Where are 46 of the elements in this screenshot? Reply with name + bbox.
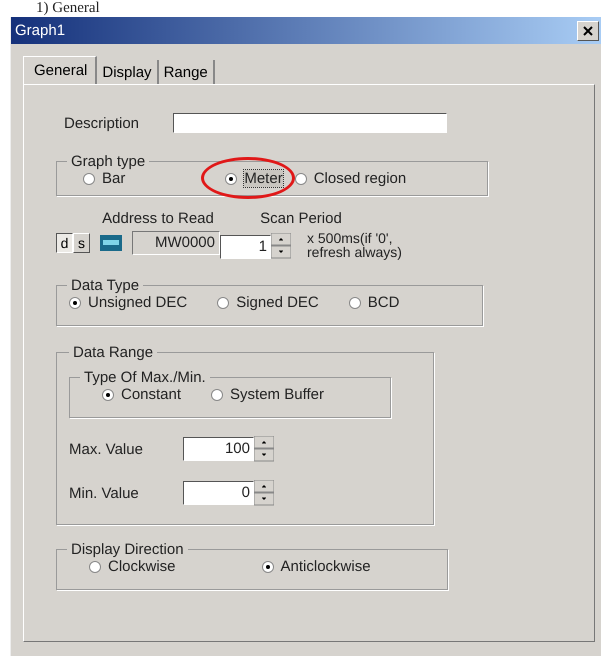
group-title: Type Of Max./Min. bbox=[83, 369, 207, 386]
radio-button[interactable] bbox=[262, 560, 274, 572]
group-title: Display Direction bbox=[70, 541, 185, 558]
radio-button[interactable] bbox=[225, 172, 238, 184]
group-title: Graph type bbox=[70, 153, 146, 170]
field-label: Min. Value bbox=[69, 484, 140, 502]
group-title: Data Type bbox=[70, 277, 140, 294]
mode-toggle[interactable]: s bbox=[73, 233, 90, 253]
radio-label: BCD bbox=[368, 294, 400, 311]
radio-button[interactable] bbox=[294, 172, 307, 184]
radio-button[interactable] bbox=[102, 388, 114, 400]
section-heading: 1) General bbox=[35, 0, 101, 17]
scan-period-note: x 500ms(if '0', refresh always) bbox=[307, 231, 402, 259]
spinner-arrows-icon[interactable] bbox=[254, 480, 274, 506]
radio-label: Clockwise bbox=[108, 558, 176, 575]
radio-button[interactable] bbox=[69, 296, 81, 308]
close-button[interactable] bbox=[577, 20, 599, 40]
radio-label: Meter bbox=[244, 170, 283, 187]
radio-button[interactable] bbox=[211, 388, 224, 400]
field-label: Description bbox=[64, 114, 140, 132]
radio-button[interactable] bbox=[348, 296, 361, 308]
field-label: Address to Read bbox=[101, 210, 215, 227]
scan-period-spinbox[interactable]: 1 bbox=[220, 235, 271, 259]
value-spinbox[interactable]: 0 bbox=[183, 481, 254, 505]
spinner-arrows-icon[interactable] bbox=[271, 233, 291, 259]
value-spinbox[interactable]: 100 bbox=[183, 437, 254, 461]
radio-label: Signed DEC bbox=[236, 294, 319, 311]
radio-label: Constant bbox=[121, 386, 182, 403]
radio-label: Bar bbox=[102, 170, 126, 187]
mode-toggle[interactable]: d bbox=[56, 233, 73, 253]
radio-label: Unsigned DEC bbox=[88, 294, 188, 311]
radio-label: Anticlockwise bbox=[280, 558, 371, 575]
group-title: Data Range bbox=[72, 344, 154, 361]
device-icon[interactable] bbox=[100, 235, 122, 251]
window-title: Graph1 bbox=[15, 22, 66, 39]
field-label: Max. Value bbox=[69, 440, 144, 458]
description-field[interactable] bbox=[173, 113, 448, 133]
close-icon bbox=[582, 24, 594, 36]
spinner-arrows-icon[interactable] bbox=[254, 436, 274, 462]
radio-button[interactable] bbox=[89, 560, 101, 572]
radio-button[interactable] bbox=[217, 296, 230, 308]
radio-label: Closed region bbox=[314, 170, 406, 187]
radio-label: System Buffer bbox=[230, 386, 324, 403]
radio-button[interactable] bbox=[83, 172, 95, 184]
tab[interactable]: General bbox=[23, 56, 98, 84]
address-field[interactable]: MW0000 bbox=[132, 231, 220, 255]
